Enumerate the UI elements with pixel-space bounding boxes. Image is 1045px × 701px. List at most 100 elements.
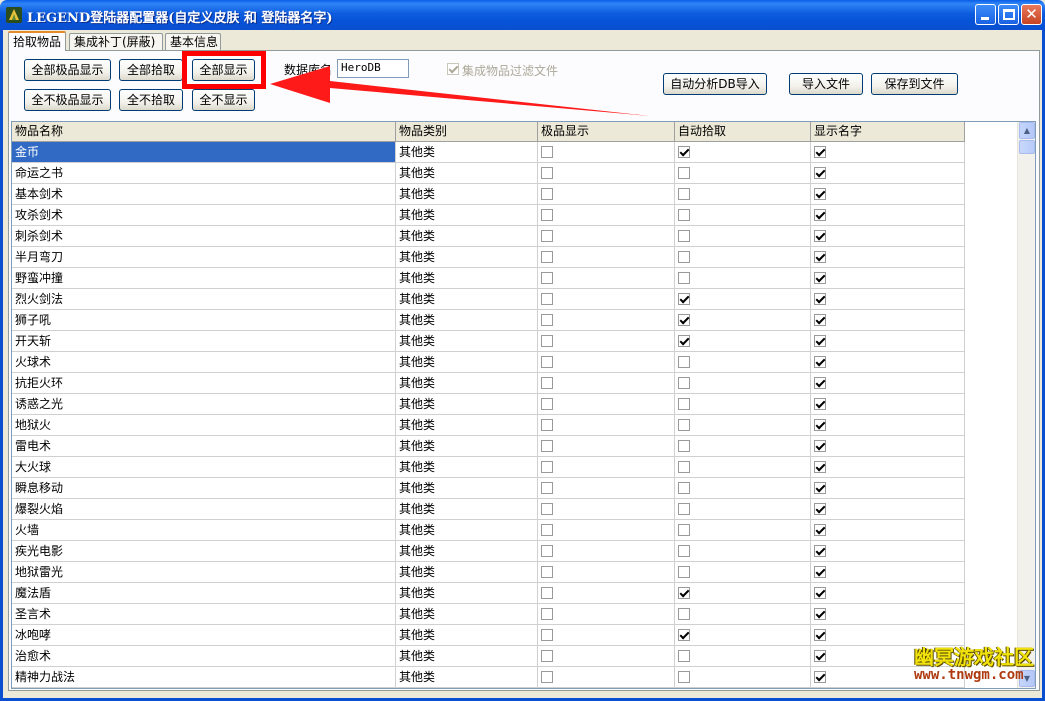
pickup-checkbox[interactable]: [678, 482, 690, 494]
table-row[interactable]: 抗拒火环 其他类: [12, 373, 965, 394]
pickup-checkbox[interactable]: [678, 167, 690, 179]
item-category-cell[interactable]: 其他类: [396, 562, 538, 583]
premium-checkbox[interactable]: [541, 545, 553, 557]
item-name-cell[interactable]: 野蛮冲撞: [12, 268, 396, 289]
filter-file-checkbox[interactable]: [447, 63, 459, 75]
pickup-checkbox[interactable]: [678, 440, 690, 452]
table-row[interactable]: 攻杀剑术 其他类: [12, 205, 965, 226]
item-name-cell[interactable]: 疾光电影: [12, 541, 396, 562]
show-checkbox[interactable]: [814, 503, 826, 515]
item-name-cell[interactable]: 精神力战法: [12, 667, 396, 688]
minimize-button[interactable]: [975, 4, 996, 25]
show-checkbox[interactable]: [814, 629, 826, 641]
item-category-cell[interactable]: 其他类: [396, 667, 538, 688]
scroll-thumb[interactable]: [1019, 140, 1035, 154]
header-item-name[interactable]: 物品名称: [12, 122, 396, 142]
item-category-cell[interactable]: 其他类: [396, 583, 538, 604]
table-row[interactable]: 圣言术 其他类: [12, 604, 965, 625]
pickup-checkbox[interactable]: [678, 503, 690, 515]
item-name-cell[interactable]: 攻杀剑术: [12, 205, 396, 226]
item-category-cell[interactable]: 其他类: [396, 142, 538, 163]
item-name-cell[interactable]: 魔法盾: [12, 583, 396, 604]
item-name-cell[interactable]: 抗拒火环: [12, 373, 396, 394]
save-to-file-button[interactable]: 保存到文件: [871, 73, 958, 95]
show-checkbox[interactable]: [814, 545, 826, 557]
none-premium-show-button[interactable]: 全不极品显示: [24, 89, 111, 111]
header-auto-pickup[interactable]: 自动拾取: [675, 122, 811, 142]
show-checkbox[interactable]: [814, 377, 826, 389]
table-row[interactable]: 瞬息移动 其他类: [12, 478, 965, 499]
pickup-checkbox[interactable]: [678, 650, 690, 662]
pickup-checkbox[interactable]: [678, 188, 690, 200]
item-name-cell[interactable]: 地狱火: [12, 415, 396, 436]
premium-checkbox[interactable]: [541, 503, 553, 515]
premium-checkbox[interactable]: [541, 293, 553, 305]
premium-checkbox[interactable]: [541, 629, 553, 641]
show-checkbox[interactable]: [814, 272, 826, 284]
premium-checkbox[interactable]: [541, 650, 553, 662]
close-button[interactable]: ✕: [1021, 4, 1042, 25]
show-checkbox[interactable]: [814, 188, 826, 200]
show-checkbox[interactable]: [814, 650, 826, 662]
title-bar[interactable]: LEGEND登陆器配置器(自定义皮肤 和 登陆器名字) ✕: [0, 0, 1045, 30]
item-name-cell[interactable]: 基本剑术: [12, 184, 396, 205]
item-category-cell[interactable]: 其他类: [396, 289, 538, 310]
item-category-cell[interactable]: 其他类: [396, 520, 538, 541]
table-row[interactable]: 开天斩 其他类: [12, 331, 965, 352]
premium-checkbox[interactable]: [541, 419, 553, 431]
item-category-cell[interactable]: 其他类: [396, 184, 538, 205]
pickup-checkbox[interactable]: [678, 545, 690, 557]
premium-checkbox[interactable]: [541, 524, 553, 536]
pickup-checkbox[interactable]: [678, 608, 690, 620]
premium-checkbox[interactable]: [541, 167, 553, 179]
item-category-cell[interactable]: 其他类: [396, 205, 538, 226]
tab-pickup-items[interactable]: 拾取物品: [8, 31, 66, 51]
table-row[interactable]: 冰咆哮 其他类: [12, 625, 965, 646]
item-name-cell[interactable]: 圣言术: [12, 604, 396, 625]
pickup-checkbox[interactable]: [678, 629, 690, 641]
show-checkbox[interactable]: [814, 293, 826, 305]
item-category-cell[interactable]: 其他类: [396, 331, 538, 352]
premium-checkbox[interactable]: [541, 482, 553, 494]
premium-checkbox[interactable]: [541, 188, 553, 200]
pickup-checkbox[interactable]: [678, 566, 690, 578]
pickup-checkbox[interactable]: [678, 335, 690, 347]
item-name-cell[interactable]: 雷电术: [12, 436, 396, 457]
table-row[interactable]: 命运之书 其他类: [12, 163, 965, 184]
premium-checkbox[interactable]: [541, 209, 553, 221]
item-name-cell[interactable]: 开天斩: [12, 331, 396, 352]
item-category-cell[interactable]: 其他类: [396, 310, 538, 331]
item-category-cell[interactable]: 其他类: [396, 604, 538, 625]
item-name-cell[interactable]: 冰咆哮: [12, 625, 396, 646]
pickup-checkbox[interactable]: [678, 356, 690, 368]
item-name-cell[interactable]: 治愈术: [12, 646, 396, 667]
item-name-cell[interactable]: 诱惑之光: [12, 394, 396, 415]
show-checkbox[interactable]: [814, 146, 826, 158]
item-category-cell[interactable]: 其他类: [396, 415, 538, 436]
pickup-checkbox[interactable]: [678, 209, 690, 221]
item-category-cell[interactable]: 其他类: [396, 226, 538, 247]
item-name-cell[interactable]: 大火球: [12, 457, 396, 478]
pickup-checkbox[interactable]: [678, 419, 690, 431]
pickup-checkbox[interactable]: [678, 314, 690, 326]
item-name-cell[interactable]: 半月弯刀: [12, 247, 396, 268]
table-row[interactable]: 诱惑之光 其他类: [12, 394, 965, 415]
table-row[interactable]: 半月弯刀 其他类: [12, 247, 965, 268]
header-item-category[interactable]: 物品类别: [396, 122, 538, 142]
item-category-cell[interactable]: 其他类: [396, 478, 538, 499]
premium-checkbox[interactable]: [541, 377, 553, 389]
item-name-cell[interactable]: 地狱雷光: [12, 562, 396, 583]
premium-checkbox[interactable]: [541, 566, 553, 578]
show-checkbox[interactable]: [814, 251, 826, 263]
item-category-cell[interactable]: 其他类: [396, 247, 538, 268]
table-row[interactable]: 火墙 其他类: [12, 520, 965, 541]
premium-checkbox[interactable]: [541, 272, 553, 284]
item-name-cell[interactable]: 刺杀剑术: [12, 226, 396, 247]
table-row[interactable]: 魔法盾 其他类: [12, 583, 965, 604]
show-checkbox[interactable]: [814, 419, 826, 431]
items-grid[interactable]: 物品名称 物品类别 极品显示 自动拾取 显示名字 金币 其他类 命运之书 其他类 基本剑…: [11, 121, 1036, 689]
table-row[interactable]: 野蛮冲撞 其他类: [12, 268, 965, 289]
item-category-cell[interactable]: 其他类: [396, 268, 538, 289]
table-row[interactable]: 精神力战法 其他类: [12, 667, 965, 688]
premium-checkbox[interactable]: [541, 335, 553, 347]
